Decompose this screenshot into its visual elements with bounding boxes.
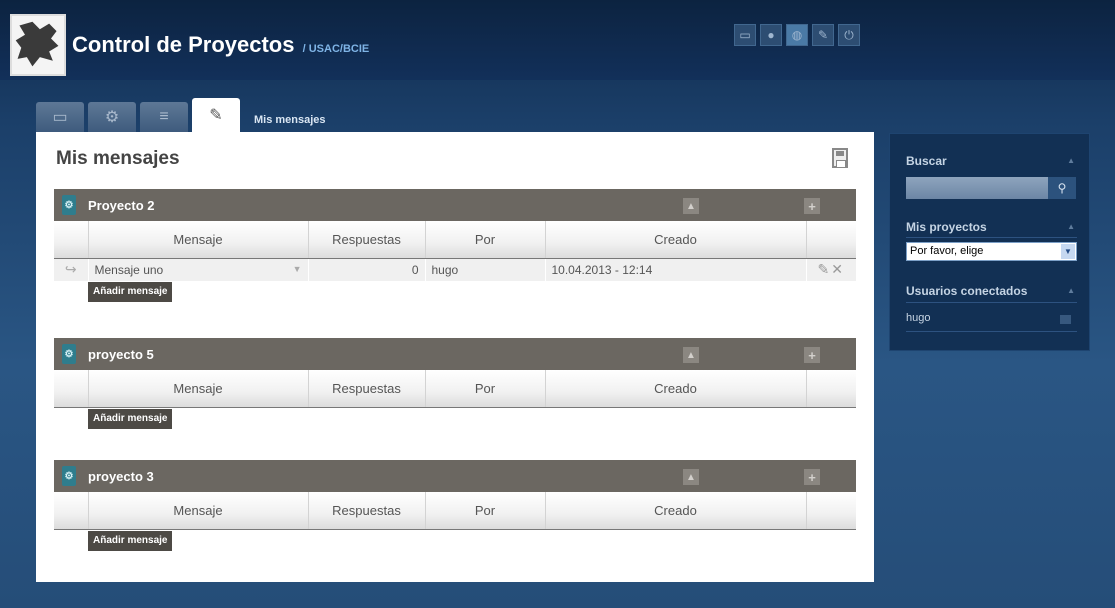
user-icon[interactable]: ● <box>760 24 782 46</box>
add-message-button[interactable]: Añadir mensaje <box>88 408 173 429</box>
collapse-search-icon[interactable]: ▲ <box>1067 156 1075 165</box>
header-blank <box>54 492 89 530</box>
tab-messages[interactable]: ✎ <box>192 98 240 132</box>
add-icon[interactable]: + <box>804 347 820 363</box>
header-by[interactable]: Por <box>425 370 546 408</box>
table-header-row: Mensaje Respuestas Por Creado <box>54 221 856 259</box>
clipboard-icon: ≡ <box>159 108 169 125</box>
top-toolbar: ▭ ● ◍ ✎ ⏻ <box>734 24 860 46</box>
power-icon[interactable]: ⏻ <box>838 24 860 46</box>
search-input[interactable] <box>906 177 1048 199</box>
header-replies[interactable]: Respuestas <box>308 370 426 408</box>
edit-icon[interactable]: ✎ <box>818 261 832 277</box>
table-row[interactable]: ↪ Mensaje uno ▼ 0 hugo 10.04.2013 - 12:1… <box>54 258 856 281</box>
header-actions <box>806 492 856 530</box>
project-header: ⚙ proyecto 5 ▲ + <box>54 338 856 370</box>
messages-table: Mensaje Respuestas Por Creado <box>54 492 856 530</box>
project-select[interactable]: Por favor, elige ▼ <box>906 242 1077 261</box>
tab-active-label: Mis mensajes <box>254 114 326 126</box>
add-icon[interactable]: + <box>804 198 820 214</box>
user-name: hugo <box>906 312 931 324</box>
header-blank <box>54 221 89 259</box>
project-name: proyecto 5 <box>88 346 154 362</box>
my-projects-title: Mis proyectos <box>906 220 987 234</box>
project-section: ⚙ Proyecto 2 ▲ + Mensaje Respuestas Por … <box>54 189 856 302</box>
header-created[interactable]: Creado <box>545 221 807 259</box>
project-header: ⚙ proyecto 3 ▲ + <box>54 460 856 492</box>
chevron-down-icon[interactable]: ▼ <box>1061 244 1075 259</box>
app-logo[interactable] <box>10 14 66 76</box>
add-message-button[interactable]: Añadir mensaje <box>88 282 173 302</box>
header-actions <box>806 370 856 408</box>
globe-icon[interactable]: ◍ <box>786 24 808 46</box>
header-created[interactable]: Creado <box>545 370 807 408</box>
project-icon: ⚙ <box>62 344 76 364</box>
project-section: ⚙ proyecto 5 ▲ + Mensaje Respuestas Por … <box>54 338 856 429</box>
main-panel: Mis mensajes ⚙ Proyecto 2 ▲ + Mensaje Re… <box>36 132 874 582</box>
expand-arrow-icon[interactable]: ▼ <box>293 264 302 274</box>
messages-table: Mensaje Respuestas Por Creado ↪ Mensaje … <box>54 221 856 281</box>
message-cell[interactable]: Mensaje uno ▼ <box>88 258 309 281</box>
sidebar: Buscar ▲ ⚲ Mis proyectos ▲ Por favor, el… <box>889 133 1090 351</box>
header-blank <box>54 370 89 408</box>
app-title: Control de Proyectos / USAC/BCIE <box>72 32 369 58</box>
collapse-icon[interactable]: ▲ <box>683 469 699 485</box>
app-header: Control de Proyectos / USAC/BCIE ▭ ● ◍ ✎… <box>0 0 1115 80</box>
table-header-row: Mensaje Respuestas Por Creado <box>54 492 856 530</box>
wrench-icon[interactable]: ✎ <box>812 24 834 46</box>
collapse-icon[interactable]: ▲ <box>683 347 699 363</box>
app-subtitle: / USAC/BCIE <box>302 43 370 55</box>
project-icon: ⚙ <box>62 466 76 486</box>
add-message-button[interactable]: Añadir mensaje <box>88 530 173 551</box>
search-title: Buscar <box>906 154 947 168</box>
app-title-text: Control de Proyectos <box>72 32 295 57</box>
collapse-projects-icon[interactable]: ▲ <box>1067 222 1075 231</box>
monitor-icon[interactable]: ▭ <box>734 24 756 46</box>
tools-icon: ⚙ <box>104 109 120 126</box>
replies-cell: 0 <box>308 258 426 281</box>
tab-tools[interactable]: ⚙ <box>88 102 136 132</box>
header-by[interactable]: Por <box>425 221 546 259</box>
add-icon[interactable]: + <box>804 469 820 485</box>
by-cell: hugo <box>425 258 546 281</box>
collapse-icon[interactable]: ▲ <box>683 198 699 214</box>
monitor-icon: ▭ <box>52 109 68 126</box>
project-select-value: Por favor, elige <box>910 245 984 257</box>
project-header: ⚙ Proyecto 2 ▲ + <box>54 189 856 221</box>
project-section: ⚙ proyecto 3 ▲ + Mensaje Respuestas Por … <box>54 460 856 551</box>
connected-user-item[interactable]: hugo <box>906 312 1077 332</box>
project-icon: ⚙ <box>62 195 76 215</box>
header-replies[interactable]: Respuestas <box>308 221 426 259</box>
message-text: Mensaje uno <box>94 262 164 277</box>
header-by[interactable]: Por <box>425 492 546 530</box>
reply-icon[interactable]: ↪ <box>54 258 89 281</box>
notepad-icon: ✎ <box>209 107 223 124</box>
header-replies[interactable]: Respuestas <box>308 492 426 530</box>
header-message[interactable]: Mensaje <box>88 221 309 259</box>
project-name: proyecto 3 <box>88 468 154 484</box>
header-actions <box>806 221 856 259</box>
row-actions: ✎✕ <box>806 258 856 281</box>
save-icon[interactable] <box>832 148 848 168</box>
messages-table: Mensaje Respuestas Por Creado <box>54 370 856 408</box>
chat-icon[interactable] <box>1060 315 1071 324</box>
divider <box>906 237 1077 238</box>
project-name: Proyecto 2 <box>88 197 155 213</box>
header-message[interactable]: Mensaje <box>88 492 309 530</box>
divider <box>906 302 1077 303</box>
header-created[interactable]: Creado <box>545 492 807 530</box>
search-icon[interactable]: ⚲ <box>1048 177 1076 199</box>
map-logo-icon <box>12 16 64 74</box>
table-header-row: Mensaje Respuestas Por Creado <box>54 370 856 408</box>
delete-icon[interactable]: ✕ <box>831 261 845 277</box>
tab-clipboard[interactable]: ≡ <box>140 102 188 132</box>
page-title: Mis mensajes <box>56 148 180 169</box>
collapse-users-icon[interactable]: ▲ <box>1067 286 1075 295</box>
connected-users-title: Usuarios conectados <box>906 284 1028 298</box>
main-tabs: ▭ ⚙ ≡ ✎ Mis mensajes <box>36 98 326 132</box>
tab-monitor[interactable]: ▭ <box>36 102 84 132</box>
created-cell: 10.04.2013 - 12:14 <box>545 258 807 281</box>
header-message[interactable]: Mensaje <box>88 370 309 408</box>
